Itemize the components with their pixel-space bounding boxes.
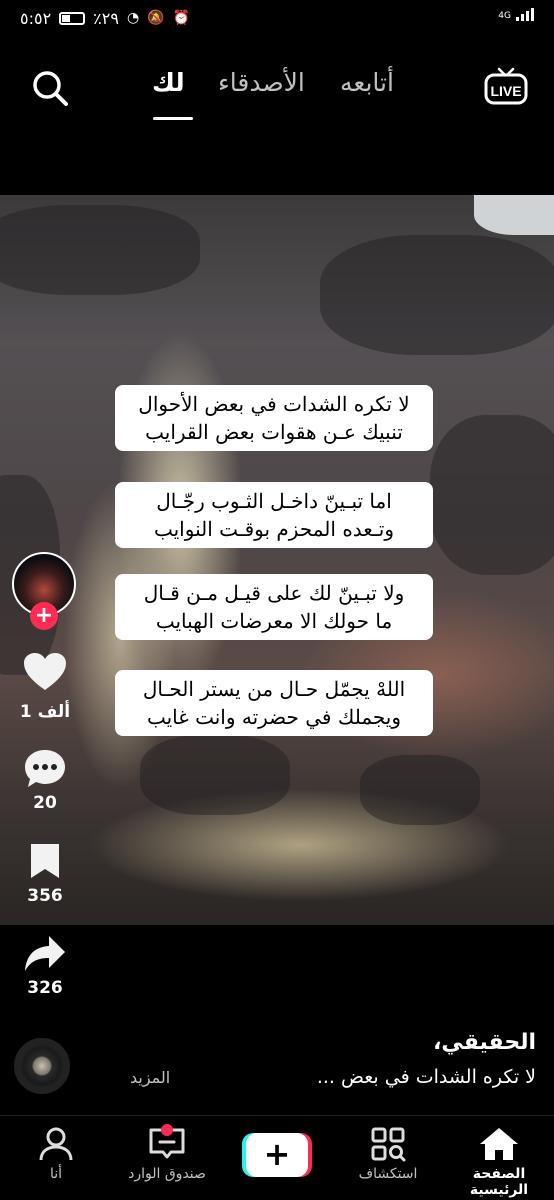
verse-card: لا تكره الشدات في بعض الأحوال تنبيك عـن … — [115, 385, 433, 451]
creator-avatar[interactable]: + — [12, 552, 76, 630]
verse-line: ولا تبـينّ لك على قيـل مـن قـال — [143, 581, 405, 605]
active-tab-indicator — [153, 117, 193, 120]
verse-card: اما تبـينّ داخـل الثـوب رجّـال وتـعده ال… — [115, 482, 433, 548]
nav-inbox[interactable]: صندوق الوارد — [117, 1124, 217, 1182]
plus-icon: + — [246, 1133, 308, 1177]
discover-grid-icon — [371, 1127, 406, 1162]
live-label: LIVE — [490, 83, 521, 99]
status-bar: ٥:٥٢ ٪٢٩ ◔ 🔕 ⏰ 4G — [0, 0, 554, 36]
more-link[interactable]: المزيد — [130, 1068, 170, 1087]
share-button[interactable] — [0, 934, 90, 974]
battery-level: ٪٢٩ — [93, 8, 119, 28]
rock — [0, 205, 200, 295]
like-button[interactable] — [0, 652, 90, 692]
verse-card: اللهْ يجمّل حـال من يستر الحـال ويجملك ف… — [115, 670, 433, 736]
nav-home[interactable]: الصفحة الرئيسية — [444, 1126, 554, 1198]
live-icon[interactable]: LIVE — [484, 66, 528, 106]
speedometer-icon: ◔ — [126, 10, 140, 26]
rock — [140, 735, 290, 815]
rock — [360, 755, 480, 825]
battery-icon — [59, 11, 86, 25]
verse-line: ويجملك في حضرته وانت غايب — [146, 705, 402, 729]
nav-inbox-label: صندوق الوارد — [128, 1166, 206, 1182]
clock: ٥:٥٢ — [20, 8, 52, 28]
verse-line: وتـعده المحزم بوقـت النوايب — [153, 517, 395, 541]
signal-icon: 4G — [498, 8, 534, 21]
home-icon — [480, 1128, 518, 1160]
tab-friends[interactable]: الأصدقاء — [218, 68, 305, 97]
top-nav: لك الأصدقاء أتابعه LIVE — [0, 60, 554, 120]
bottom-nav: الصفحة الرئيسية استكشاف + صندوق الوارد أ… — [0, 1115, 554, 1200]
bookmark-icon[interactable] — [27, 842, 63, 880]
save-count: 356 — [27, 886, 63, 906]
tab-following[interactable]: أتابعه — [340, 68, 394, 97]
nav-me-label: أنا — [49, 1166, 63, 1182]
verse-line: تنبيك عـن هقوات بعض القرايب — [145, 420, 403, 444]
tab-for-you[interactable]: لك — [152, 68, 185, 97]
rock — [320, 235, 554, 355]
save-button[interactable] — [0, 842, 90, 880]
verse-line: اللهْ يجمّل حـال من يستر الحـال — [142, 677, 406, 701]
share-count: 326 — [27, 978, 63, 998]
verse-line: لا تكره الشدات في بعض الأحوال — [138, 392, 410, 416]
mute-icon: 🔕 — [147, 10, 165, 26]
verse-line: اما تبـينّ داخـل الثـوب رجّـال — [156, 489, 392, 513]
author-name[interactable]: الحقيقي، — [96, 1030, 536, 1055]
video-description[interactable]: لا تكره الشدات في بعض ... — [317, 1066, 536, 1088]
search-icon[interactable] — [30, 68, 70, 108]
comment-count: 20 — [33, 793, 57, 813]
network-type: 4G — [498, 11, 511, 21]
verse-line: ما حولك الا معرضات الهبايب — [155, 609, 393, 633]
notification-dot — [161, 1124, 173, 1136]
nav-me[interactable]: أنا — [26, 1126, 86, 1182]
like-count: 1 ألف — [19, 702, 71, 722]
rock — [430, 415, 554, 575]
comment-button[interactable] — [0, 748, 90, 790]
share-arrow-icon[interactable] — [23, 934, 67, 974]
nav-discover-label: استكشاف — [358, 1166, 418, 1182]
alarm-icon: ⏰ — [172, 10, 191, 26]
description-row: لا تكره الشدات في بعض ... المزيد — [96, 1066, 536, 1096]
follow-button[interactable]: + — [30, 602, 58, 630]
caption: الحقيقي، لا تكره الشدات في بعض ... المزي… — [96, 1030, 536, 1088]
nav-discover[interactable]: استكشاف — [345, 1126, 431, 1182]
profile-icon — [39, 1127, 73, 1161]
music-disc[interactable] — [14, 1038, 70, 1094]
verse-card: ولا تبـينّ لك على قيـل مـن قـال ما حولك … — [115, 574, 433, 640]
sky — [474, 195, 554, 235]
create-button[interactable]: + — [242, 1133, 312, 1177]
heart-icon[interactable] — [23, 652, 67, 692]
comment-icon[interactable] — [23, 748, 67, 790]
video-player[interactable] — [0, 195, 554, 925]
nav-home-label: الصفحة الرئيسية — [469, 1166, 529, 1198]
